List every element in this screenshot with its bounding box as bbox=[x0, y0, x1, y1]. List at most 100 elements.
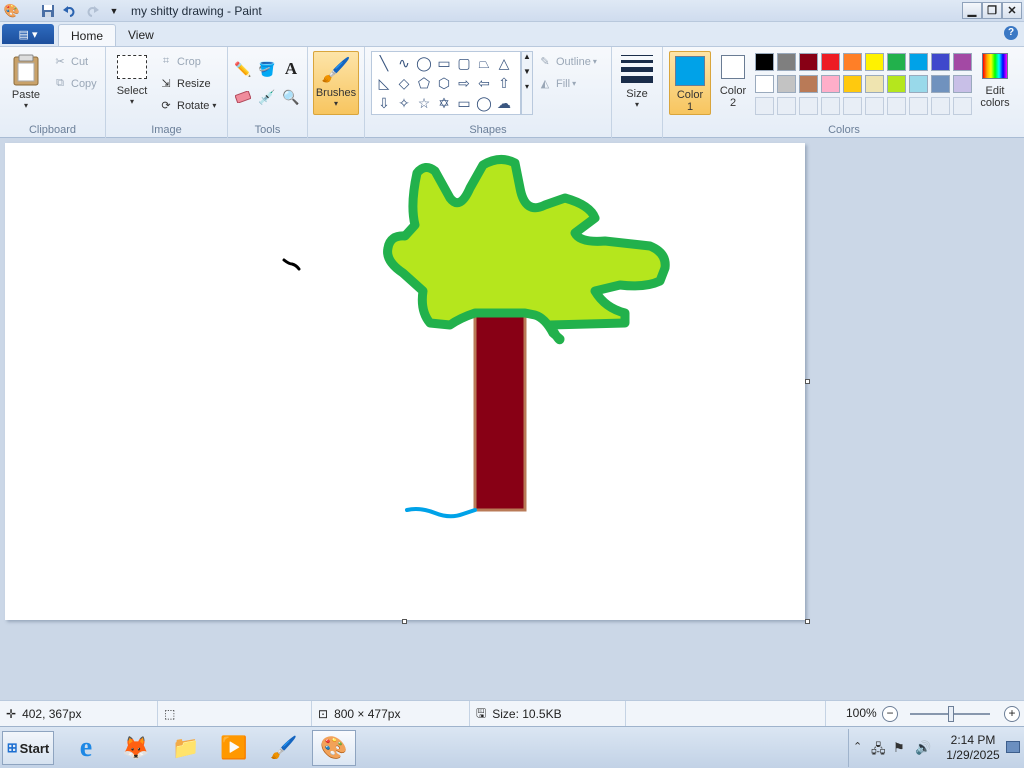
rectangle-shape-icon[interactable]: ▭ bbox=[434, 53, 454, 73]
eraser-icon[interactable] bbox=[232, 87, 254, 107]
color2-button[interactable]: Color 2 bbox=[713, 55, 753, 109]
palette-swatch[interactable] bbox=[931, 75, 950, 93]
close-button[interactable]: ✕ bbox=[1002, 2, 1022, 19]
rotate-button[interactable]: ⟳ Rotate ▾ bbox=[158, 99, 216, 113]
right-triangle-shape-icon[interactable]: ◺ bbox=[374, 73, 394, 93]
custom-color-slot[interactable] bbox=[843, 97, 862, 115]
save-icon[interactable] bbox=[40, 3, 56, 19]
down-arrow-shape-icon[interactable]: ⇩ bbox=[374, 93, 394, 113]
volume-icon[interactable]: 🔊 bbox=[915, 740, 931, 756]
fill-icon[interactable]: 🪣 bbox=[256, 59, 278, 79]
cloud-callout-shape-icon[interactable]: ☁ bbox=[494, 93, 514, 113]
drawing-canvas[interactable] bbox=[5, 143, 805, 620]
firefox-icon[interactable]: 🦊 bbox=[114, 730, 158, 766]
palette-swatch[interactable] bbox=[755, 53, 774, 71]
custom-color-slot[interactable] bbox=[777, 97, 796, 115]
brush-app-icon[interactable]: 🖌️ bbox=[262, 730, 306, 766]
magnifier-icon[interactable]: 🔍 bbox=[280, 87, 302, 107]
resize-handle-corner[interactable] bbox=[805, 619, 810, 624]
file-explorer-icon[interactable]: 📁 bbox=[164, 730, 208, 766]
palette-swatch[interactable] bbox=[755, 75, 774, 93]
workspace[interactable] bbox=[0, 138, 1024, 700]
custom-color-slot[interactable] bbox=[909, 97, 928, 115]
palette-swatch[interactable] bbox=[909, 75, 928, 93]
custom-color-slot[interactable] bbox=[821, 97, 840, 115]
file-menu-button[interactable]: ▤ ▾ bbox=[2, 24, 54, 44]
custom-color-slot[interactable] bbox=[953, 97, 972, 115]
four-point-star-shape-icon[interactable]: ✧ bbox=[394, 93, 414, 113]
palette-swatch[interactable] bbox=[887, 53, 906, 71]
custom-color-slot[interactable] bbox=[799, 97, 818, 115]
palette-swatch[interactable] bbox=[799, 53, 818, 71]
palette-swatch[interactable] bbox=[821, 75, 840, 93]
select-button[interactable]: Select ▾ bbox=[112, 55, 152, 106]
curve-shape-icon[interactable]: ∿ bbox=[394, 53, 414, 73]
zoom-in-icon[interactable]: + bbox=[1004, 706, 1020, 722]
text-icon[interactable]: A bbox=[280, 59, 302, 79]
color-picker-icon[interactable]: 💉 bbox=[256, 87, 278, 107]
copy-button[interactable]: ⧉ Copy bbox=[52, 77, 97, 90]
palette-swatch[interactable] bbox=[843, 53, 862, 71]
crop-button[interactable]: ⌗ Crop bbox=[158, 55, 201, 68]
palette-swatch[interactable] bbox=[777, 75, 796, 93]
scroll-up-icon[interactable]: ▲ bbox=[522, 52, 532, 61]
palette-swatch[interactable] bbox=[909, 53, 928, 71]
palette-swatch[interactable] bbox=[843, 75, 862, 93]
show-hidden-icons-icon[interactable]: ⌃ bbox=[853, 740, 862, 753]
polygon-shape-icon[interactable]: ⏢ bbox=[474, 53, 494, 73]
size-button[interactable]: Size ▾ bbox=[616, 53, 658, 109]
pentagon-shape-icon[interactable]: ⬠ bbox=[414, 73, 434, 93]
color1-button[interactable]: Color 1 bbox=[669, 51, 711, 115]
zoom-slider-thumb[interactable] bbox=[948, 706, 954, 722]
resize-button[interactable]: ⇲ Resize bbox=[158, 77, 210, 91]
outline-button[interactable]: ✎ Outline ▾ bbox=[537, 55, 596, 69]
pencil-icon[interactable]: ✏️ bbox=[232, 59, 254, 79]
oval-shape-icon[interactable]: ◯ bbox=[414, 53, 434, 73]
cut-button[interactable]: ✂ Cut bbox=[52, 55, 88, 69]
paint-app-icon[interactable]: 🎨 bbox=[4, 3, 20, 19]
palette-swatch[interactable] bbox=[777, 53, 796, 71]
palette-swatch[interactable] bbox=[953, 53, 972, 71]
paint-icon[interactable]: 🎨 bbox=[312, 730, 356, 766]
hexagon-shape-icon[interactable]: ⬡ bbox=[434, 73, 454, 93]
custom-color-slot[interactable] bbox=[755, 97, 774, 115]
shapes-scrollbar[interactable]: ▲ ▼ ▾ bbox=[521, 51, 533, 115]
customize-icon[interactable]: ▼ bbox=[106, 3, 122, 19]
custom-color-slot[interactable] bbox=[865, 97, 884, 115]
callout-shape-icon[interactable]: ▭ bbox=[454, 93, 474, 113]
five-point-star-shape-icon[interactable]: ☆ bbox=[414, 93, 434, 113]
media-player-icon[interactable]: ▶️ bbox=[212, 730, 256, 766]
custom-color-slot[interactable] bbox=[887, 97, 906, 115]
palette-swatch[interactable] bbox=[821, 53, 840, 71]
up-arrow-shape-icon[interactable]: ⇧ bbox=[494, 73, 514, 93]
start-button[interactable]: ⊞ Start bbox=[2, 731, 54, 765]
expand-gallery-icon[interactable]: ▾ bbox=[522, 82, 532, 91]
custom-color-slot[interactable] bbox=[931, 97, 950, 115]
resize-handle-right[interactable] bbox=[805, 379, 810, 384]
internet-explorer-icon[interactable]: e bbox=[64, 730, 108, 766]
palette-swatch[interactable] bbox=[799, 75, 818, 93]
zoom-out-icon[interactable]: − bbox=[882, 706, 898, 722]
brushes-button[interactable]: 🖌️ Brushes ▾ bbox=[313, 51, 359, 115]
rounded-rectangle-shape-icon[interactable]: ▢ bbox=[454, 53, 474, 73]
restore-button[interactable]: ❐ bbox=[982, 2, 1002, 19]
left-arrow-shape-icon[interactable]: ⇦ bbox=[474, 73, 494, 93]
triangle-shape-icon[interactable]: △ bbox=[494, 53, 514, 73]
six-point-star-shape-icon[interactable]: ✡ bbox=[434, 93, 454, 113]
resize-handle-bottom[interactable] bbox=[402, 619, 407, 624]
show-desktop-button[interactable] bbox=[1006, 741, 1020, 753]
palette-swatch[interactable] bbox=[931, 53, 950, 71]
network-icon[interactable]: 🖧 bbox=[871, 740, 886, 762]
flag-icon[interactable]: ⚑ bbox=[893, 740, 905, 756]
tab-view[interactable]: View bbox=[116, 24, 166, 46]
tab-home[interactable]: Home bbox=[58, 24, 117, 46]
palette-swatch[interactable] bbox=[953, 75, 972, 93]
diamond-shape-icon[interactable]: ◇ bbox=[394, 73, 414, 93]
clock[interactable]: 2:14 PM 1/29/2025 bbox=[943, 733, 1003, 763]
right-arrow-shape-icon[interactable]: ⇨ bbox=[454, 73, 474, 93]
edit-colors-button[interactable]: Edit colors bbox=[975, 53, 1015, 109]
palette-swatch[interactable] bbox=[865, 75, 884, 93]
paste-button[interactable]: Paste ▾ bbox=[6, 53, 46, 110]
line-shape-icon[interactable]: ╲ bbox=[374, 53, 394, 73]
oval-callout-shape-icon[interactable]: ◯ bbox=[474, 93, 494, 113]
